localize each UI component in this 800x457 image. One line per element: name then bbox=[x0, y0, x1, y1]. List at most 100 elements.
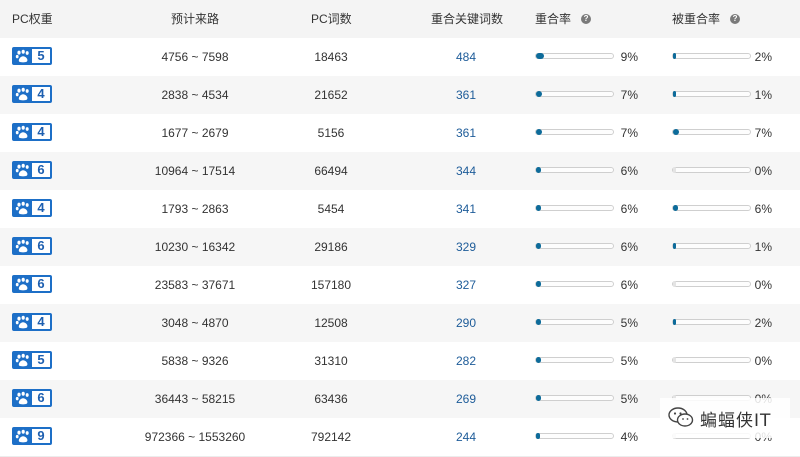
baidu-weight-badge[interactable]: 5 bbox=[12, 47, 52, 65]
overlapped-rate-bar bbox=[672, 357, 751, 363]
overlap-rate-value: 6% bbox=[620, 240, 638, 254]
pc-word-count: 29186 bbox=[314, 240, 348, 254]
baidu-paw-icon bbox=[15, 277, 29, 291]
table-row: 4 1677 ~ 2679 5156 361 7% 7% bbox=[0, 114, 800, 153]
overlap-keyword-count-link[interactable]: 244 bbox=[420, 418, 512, 456]
help-icon[interactable]: ? bbox=[581, 13, 592, 24]
estimated-traffic: 4756 ~ 7598 bbox=[161, 50, 229, 64]
overlap-keyword-count-link[interactable]: 329 bbox=[420, 228, 512, 266]
baidu-paw-icon bbox=[15, 391, 29, 405]
pc-word-count: 18463 bbox=[314, 50, 348, 64]
baidu-weight-badge[interactable]: 6 bbox=[12, 161, 52, 179]
overlap-keyword-count-link[interactable]: 327 bbox=[420, 266, 512, 304]
overlap-rate-fill bbox=[536, 53, 544, 59]
overlapped-rate-bar bbox=[672, 167, 751, 173]
overlapped-rate-bar bbox=[672, 53, 751, 59]
overlapped-rate-fill bbox=[673, 319, 676, 325]
header-overlap-keywords[interactable]: 重合关键词数 bbox=[431, 0, 503, 38]
baidu-paw-icon bbox=[15, 429, 29, 443]
estimated-traffic: 5838 ~ 9326 bbox=[161, 354, 229, 368]
header-pc-words[interactable]: PC词数 bbox=[311, 0, 352, 38]
table-row: 5 5838 ~ 9326 31310 282 5% 0% bbox=[0, 342, 800, 381]
overlapped-rate-fill bbox=[673, 357, 676, 363]
pc-word-count: 157180 bbox=[310, 278, 352, 292]
baidu-weight-badge[interactable]: 4 bbox=[12, 85, 52, 103]
overlap-rate-fill bbox=[536, 167, 541, 173]
pc-word-count: 792142 bbox=[310, 430, 352, 444]
weight-value: 4 bbox=[32, 87, 50, 101]
overlap-rate-value: 5% bbox=[620, 392, 638, 406]
overlap-rate-fill bbox=[536, 319, 541, 325]
overlap-keyword-count-link[interactable]: 290 bbox=[420, 304, 512, 342]
table-header: PC权重 预计来路 PC词数 重合关键词数 重合率? 被重合率? bbox=[0, 0, 800, 39]
pc-word-count: 63436 bbox=[314, 392, 348, 406]
baidu-paw-icon bbox=[15, 125, 29, 139]
pc-word-count: 5454 bbox=[317, 202, 345, 216]
overlap-rate-bar bbox=[535, 205, 614, 211]
overlapped-rate-bar bbox=[672, 91, 751, 97]
help-icon[interactable]: ? bbox=[730, 13, 741, 24]
overlap-keyword-count-link[interactable]: 361 bbox=[420, 76, 512, 114]
table-row: 4 2838 ~ 4534 21652 361 7% 1% bbox=[0, 76, 800, 115]
estimated-traffic: 972366 ~ 1553260 bbox=[144, 430, 246, 444]
overlap-rate-bar bbox=[535, 357, 614, 363]
estimated-traffic: 10964 ~ 17514 bbox=[154, 164, 236, 178]
overlapped-rate-fill bbox=[673, 243, 676, 249]
baidu-weight-badge[interactable]: 4 bbox=[12, 313, 52, 331]
header-overlap-rate-label[interactable]: 重合率 bbox=[535, 12, 571, 26]
overlap-rate-value: 5% bbox=[620, 354, 638, 368]
overlapped-rate-value: 1% bbox=[754, 88, 772, 102]
overlap-keyword-count-link[interactable]: 344 bbox=[420, 152, 512, 190]
baidu-paw-icon bbox=[15, 49, 29, 63]
header-traffic[interactable]: 预计来路 bbox=[171, 0, 219, 38]
baidu-weight-badge[interactable]: 4 bbox=[12, 199, 52, 217]
overlap-rate-value: 7% bbox=[620, 126, 638, 140]
baidu-paw-icon bbox=[15, 87, 29, 101]
estimated-traffic: 2838 ~ 4534 bbox=[161, 88, 229, 102]
watermark: 蝙蝠侠IT bbox=[660, 398, 790, 438]
overlapped-rate-fill bbox=[673, 53, 676, 59]
baidu-weight-badge[interactable]: 4 bbox=[12, 123, 52, 141]
overlap-keyword-count-link[interactable]: 282 bbox=[420, 342, 512, 380]
table-row: 6 10230 ~ 16342 29186 329 6% 1% bbox=[0, 228, 800, 267]
overlapped-rate-bar bbox=[672, 281, 751, 287]
overlapped-rate-fill bbox=[673, 91, 676, 97]
header-overlap-rate: 重合率? bbox=[535, 0, 592, 38]
pc-word-count: 5156 bbox=[317, 126, 345, 140]
baidu-weight-badge[interactable]: 9 bbox=[12, 427, 52, 445]
baidu-weight-badge[interactable]: 5 bbox=[12, 351, 52, 369]
header-weight[interactable]: PC权重 bbox=[12, 0, 53, 38]
overlap-rate-value: 4% bbox=[620, 430, 638, 444]
baidu-paw-icon bbox=[15, 353, 29, 367]
overlap-rate-fill bbox=[536, 205, 541, 211]
overlap-keyword-count-link[interactable]: 269 bbox=[420, 380, 512, 418]
overlapped-rate-value: 6% bbox=[754, 202, 772, 216]
overlap-rate-value: 9% bbox=[620, 50, 638, 64]
overlap-keyword-count-link[interactable]: 361 bbox=[420, 114, 512, 152]
overlap-rate-bar bbox=[535, 243, 614, 249]
overlapped-rate-bar bbox=[672, 205, 751, 211]
overlapped-rate-value: 2% bbox=[754, 316, 772, 330]
overlap-rate-bar bbox=[535, 167, 614, 173]
header-overlapped-rate: 被重合率? bbox=[672, 0, 741, 38]
overlap-keyword-count-link[interactable]: 484 bbox=[420, 38, 512, 76]
weight-value: 4 bbox=[32, 201, 50, 215]
weight-value: 9 bbox=[32, 429, 50, 443]
baidu-weight-badge[interactable]: 6 bbox=[12, 237, 52, 255]
overlapped-rate-value: 0% bbox=[754, 354, 772, 368]
baidu-paw-icon bbox=[15, 239, 29, 253]
overlap-rate-value: 6% bbox=[620, 278, 638, 292]
baidu-weight-badge[interactable]: 6 bbox=[12, 275, 52, 293]
weight-value: 4 bbox=[32, 315, 50, 329]
weight-value: 4 bbox=[32, 125, 50, 139]
overlap-rate-fill bbox=[536, 91, 542, 97]
overlap-rate-fill bbox=[536, 357, 541, 363]
baidu-weight-badge[interactable]: 6 bbox=[12, 389, 52, 407]
overlapped-rate-fill bbox=[673, 167, 676, 173]
header-overlapped-rate-label[interactable]: 被重合率 bbox=[672, 12, 720, 26]
overlap-keyword-count-link[interactable]: 341 bbox=[420, 190, 512, 228]
overlap-rate-bar bbox=[535, 91, 614, 97]
estimated-traffic: 36443 ~ 58215 bbox=[154, 392, 236, 406]
table-row: 5 4756 ~ 7598 18463 484 9% 2% bbox=[0, 38, 800, 77]
overlapped-rate-value: 7% bbox=[754, 126, 772, 140]
